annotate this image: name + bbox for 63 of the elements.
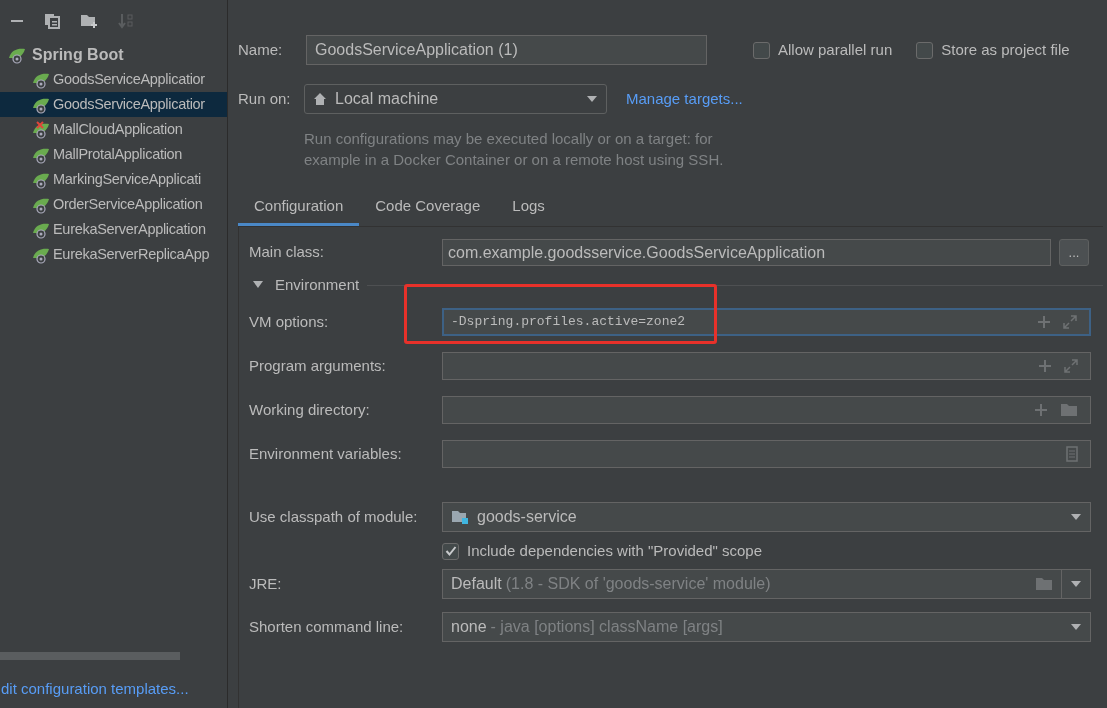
checkbox[interactable] — [916, 41, 934, 59]
tree-item[interactable]: EurekaServerApplication — [0, 217, 227, 242]
run-on-label: Run on: — [238, 88, 292, 109]
add-icon[interactable] — [1038, 359, 1052, 373]
tree-group-label[interactable]: Spring Boot — [32, 42, 124, 67]
field-label: VM options: — [249, 311, 330, 332]
option-field[interactable] — [442, 396, 1091, 424]
checkbox[interactable] — [442, 542, 459, 560]
folder-icon[interactable] — [1035, 577, 1053, 591]
option-field[interactable] — [442, 352, 1091, 380]
tab[interactable]: Logs — [496, 190, 561, 226]
browse-button[interactable]: ... — [1059, 239, 1089, 266]
checkbox-label[interactable]: Store as project file — [941, 38, 1070, 62]
dropdown-caret-icon — [586, 95, 598, 103]
tab[interactable]: Configuration — [238, 190, 360, 226]
dropdown-caret-icon — [1070, 513, 1082, 521]
expand-icon[interactable] — [1064, 359, 1078, 373]
name-field[interactable]: GoodsServiceApplication (1) — [306, 35, 707, 65]
tree-item[interactable]: GoodsServiceApplicatior — [0, 67, 227, 92]
add-icon[interactable] — [1037, 315, 1051, 329]
dropdown-caret-icon — [1070, 580, 1082, 588]
tree-item[interactable]: MallProtalApplication — [0, 142, 227, 167]
tree-item[interactable]: MarkingServiceApplicati — [0, 167, 227, 192]
edit-templates-link[interactable]: dit configuration templates... — [0, 677, 227, 700]
main-class-field[interactable]: com.example.goodsservice.GoodsServiceApplication — [442, 239, 1051, 266]
new-folder-icon[interactable] — [80, 13, 98, 29]
run-on-hint: Run configurations may be executed locally or on a target: for example in a Docker Container or on a remote host using SSH. — [304, 129, 725, 170]
module-label: Use classpath of module: — [249, 506, 419, 527]
field-label: Working directory: — [249, 399, 371, 420]
jre-dropdown-button[interactable] — [1062, 569, 1091, 599]
main-class-label: Main class: — [249, 242, 326, 263]
tab[interactable]: Code Coverage — [359, 190, 497, 226]
spring-leaf-error-icon — [32, 120, 52, 139]
home-icon — [313, 92, 327, 106]
run-on-dropdown[interactable]: Local machine — [304, 84, 607, 114]
copy-icon[interactable] — [44, 13, 60, 29]
folder-icon[interactable] — [1060, 403, 1078, 417]
tree-item[interactable]: OrderServiceApplication — [0, 192, 227, 217]
expand-triangle-icon[interactable] — [253, 281, 263, 289]
environment-toggle[interactable]: Environment — [249, 273, 360, 297]
field-label: Environment variables: — [249, 443, 403, 464]
checkbox[interactable] — [753, 41, 770, 59]
option-field[interactable] — [442, 440, 1091, 468]
tree-item[interactable]: MallCloudApplication — [0, 117, 227, 142]
checkbox-label[interactable]: Allow parallel run — [778, 38, 893, 62]
tree-item[interactable]: EurekaServerReplicaApp — [0, 242, 227, 267]
field-label: Program arguments: — [249, 355, 387, 376]
jre-field[interactable]: Default (1.8 - SDK of 'goods-service' module) — [442, 569, 1062, 599]
manage-targets-link[interactable]: Manage targets... — [626, 87, 743, 111]
jre-label: JRE: — [249, 573, 283, 594]
module-folder-icon — [451, 509, 469, 525]
option-field[interactable]: -Dspring.profiles.active=zone2 — [442, 308, 1091, 336]
dropdown-caret-icon — [1070, 623, 1082, 631]
module-dropdown[interactable]: goods-service — [442, 502, 1091, 532]
expand-icon[interactable] — [1063, 315, 1077, 329]
horizontal-scrollbar[interactable] — [0, 651, 180, 660]
checkbox-label[interactable]: Include dependencies with "Provided" scope — [467, 539, 762, 563]
tree-item[interactable]: GoodsServiceApplicatior — [0, 92, 227, 117]
add-icon[interactable] — [1034, 403, 1048, 417]
name-label: Name: — [238, 39, 284, 60]
shorten-dropdown[interactable]: none - java [options] className [args] — [442, 612, 1091, 642]
document-icon[interactable] — [1066, 446, 1078, 462]
shorten-label: Shorten command line: — [249, 616, 405, 637]
